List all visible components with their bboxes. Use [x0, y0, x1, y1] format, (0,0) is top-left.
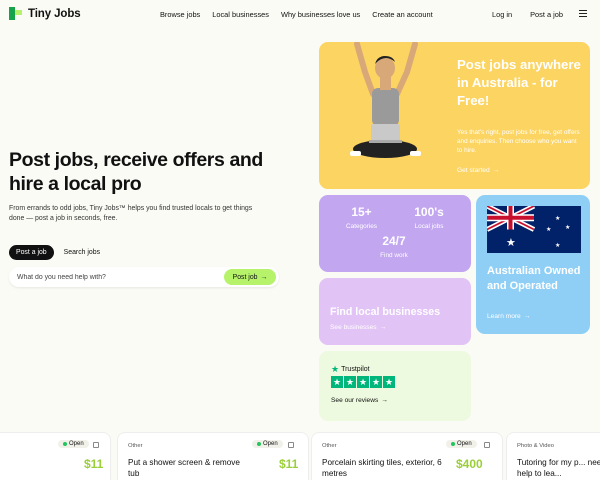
get-started-label: Get started — [457, 167, 490, 174]
status-badge: Open — [58, 440, 89, 448]
hero-subtitle: From errands to odd jobs, Tiny Jobs™ hel… — [9, 205, 253, 222]
job-category: Other — [322, 443, 337, 449]
stat-value-find-work: 24/7 — [382, 234, 406, 248]
post-job-button-label: Post job — [232, 273, 258, 281]
arrow-right-icon: → — [523, 313, 531, 320]
hero-tabs: Post a job Search jobs — [9, 245, 107, 260]
see-reviews-link[interactable]: See our reviews → — [331, 397, 388, 404]
menu-icon[interactable] — [579, 10, 587, 17]
happy-person-illustration — [350, 42, 421, 158]
job-price: $400 — [456, 457, 483, 471]
stat-label-categories: Categories — [346, 223, 377, 230]
stat-label-local-jobs: Local jobs — [414, 223, 444, 230]
get-started-link[interactable]: Get started → — [457, 167, 499, 174]
post-free-card[interactable]: Post jobs anywhere in Australia - for Fr… — [319, 42, 590, 189]
nav-links: Browse jobs Local businesses Why busines… — [160, 10, 433, 19]
status-label: Open — [457, 441, 472, 447]
job-listing-card[interactable]: Other Porcelain skirting tiles, exterior… — [312, 433, 502, 480]
status-badge: Open — [446, 440, 477, 448]
trustpilot-rating-stars: ★ ★ ★ ★ ★ — [331, 376, 395, 388]
post-job-link[interactable]: Post a job — [530, 10, 563, 19]
nav-link-why-businesses[interactable]: Why businesses love us — [281, 10, 360, 19]
job-price: $11 — [84, 457, 104, 471]
job-title: Put a shower screen & remove tub — [128, 458, 240, 478]
see-reviews-label: See our reviews — [331, 397, 379, 404]
svg-text:★: ★ — [555, 242, 560, 249]
see-businesses-label: See businesses — [330, 324, 377, 331]
nav-link-create-account[interactable]: Create an account — [372, 10, 432, 19]
stat-label-find-work: Find work — [380, 252, 408, 259]
svg-text:★: ★ — [565, 224, 570, 231]
star-icon: ★ — [370, 376, 382, 388]
stat-value-categories: 15+ — [351, 205, 372, 219]
svg-text:★: ★ — [506, 236, 516, 249]
nav-link-browse-jobs[interactable]: Browse jobs — [160, 10, 200, 19]
trustpilot-brand-label: Trustpilot — [341, 366, 370, 373]
job-search-input[interactable] — [17, 271, 217, 283]
login-link[interactable]: Log in — [492, 10, 512, 19]
job-listing-card[interactable]: Open $11 — [0, 433, 110, 480]
logo[interactable]: Tiny Jobs — [9, 7, 81, 20]
svg-text:★: ★ — [546, 226, 551, 233]
status-label: Open — [263, 441, 278, 447]
status-label: Open — [69, 441, 84, 447]
svg-text:★: ★ — [555, 215, 560, 222]
post-free-title: Post jobs anywhere in Australia - for Fr… — [457, 57, 581, 108]
job-search-bar: Post job → — [9, 267, 279, 287]
bookmark-icon[interactable] — [484, 442, 490, 448]
australian-owned-card[interactable]: ★ ★ ★ ★ ★ Australian Owned and Operated … — [476, 195, 590, 334]
nav-actions: Log in Post a job — [492, 10, 563, 19]
job-category: Other — [128, 443, 143, 449]
trustpilot-star-icon: ★ — [331, 364, 340, 374]
stats-card: 15+ Categories 100's Local jobs 24/7 Fin… — [319, 195, 471, 272]
job-title: Tutoring for my p... need help to lea... — [517, 458, 600, 478]
arrow-right-icon: → — [492, 167, 500, 174]
arrow-right-icon: → — [381, 397, 388, 404]
learn-more-label: Learn more — [487, 313, 521, 320]
job-listing-card[interactable]: Other Put a shower screen & remove tub O… — [118, 433, 308, 480]
logo-text: Tiny Jobs — [28, 7, 81, 20]
trustpilot-logo: ★ Trustpilot — [331, 364, 370, 375]
bookmark-icon[interactable] — [288, 442, 294, 448]
nav-link-local-businesses[interactable]: Local businesses — [212, 10, 269, 19]
arrow-right-icon: → — [260, 273, 268, 281]
local-businesses-card[interactable]: Find local businesses See businesses → — [319, 278, 471, 345]
post-job-button[interactable]: Post job → — [224, 269, 276, 285]
star-icon: ★ — [383, 376, 395, 388]
job-category: Photo & Video — [517, 443, 554, 449]
australian-owned-title: Australian Owned and Operated — [487, 265, 581, 292]
star-icon: ★ — [331, 376, 343, 388]
trustpilot-card[interactable]: ★ Trustpilot ★ ★ ★ ★ ★ See our reviews → — [319, 351, 471, 421]
hero-title: Post jobs, receive offers and hire a loc… — [9, 149, 263, 195]
status-badge: Open — [252, 440, 283, 448]
stat-value-local-jobs: 100's — [414, 205, 444, 219]
logo-mark-icon — [9, 7, 22, 20]
tab-search-jobs[interactable]: Search jobs — [57, 245, 107, 260]
learn-more-link[interactable]: Learn more → — [487, 313, 530, 320]
job-price: $11 — [279, 457, 299, 471]
bookmark-icon[interactable] — [93, 442, 99, 448]
star-icon: ★ — [344, 376, 356, 388]
arrow-right-icon: → — [379, 324, 387, 331]
star-icon: ★ — [357, 376, 369, 388]
tab-post-job[interactable]: Post a job — [9, 245, 54, 260]
local-businesses-title: Find local businesses — [330, 306, 441, 318]
job-title: Porcelain skirting tiles, exterior, 6 me… — [322, 458, 442, 478]
see-businesses-link[interactable]: See businesses → — [330, 324, 386, 331]
australian-flag-icon: ★ ★ ★ ★ ★ — [487, 206, 581, 253]
post-free-body: Yes that's right, post jobs for free, ge… — [457, 129, 580, 154]
top-nav: Tiny Jobs Browse jobs Local businesses W… — [0, 0, 600, 30]
job-listing-card[interactable]: Photo & Video Tutoring for my p... need … — [507, 433, 600, 480]
